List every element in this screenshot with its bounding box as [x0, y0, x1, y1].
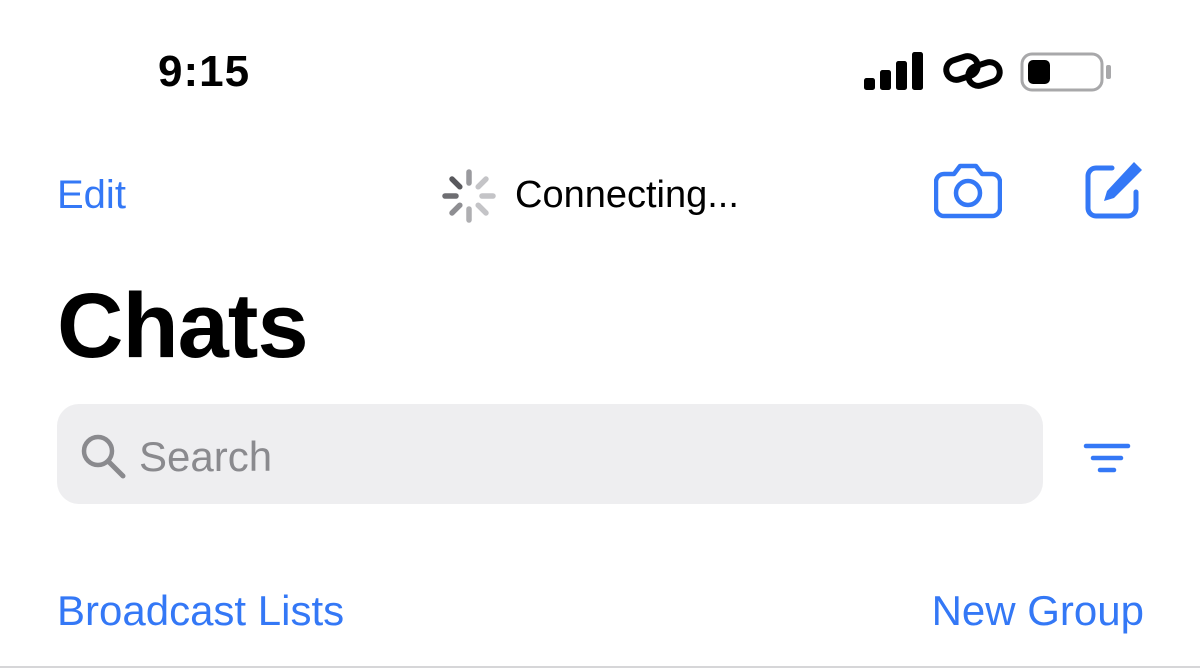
personal-hotspot-link-icon [943, 53, 1003, 89]
search-placeholder: Search [139, 433, 273, 480]
status-time: 9:15 [158, 47, 251, 96]
filter-icon[interactable] [1082, 438, 1132, 478]
search-input[interactable]: Search [57, 404, 1043, 504]
broadcast-lists-link[interactable]: Broadcast Lists [57, 585, 344, 637]
connection-status-text: Connecting... [515, 174, 739, 216]
battery-low-icon [1020, 52, 1111, 92]
camera-icon[interactable] [934, 160, 1002, 220]
search-icon [81, 434, 126, 479]
edit-button[interactable]: Edit [57, 170, 126, 220]
cellular-signal-icon [864, 52, 923, 90]
compose-icon[interactable] [1082, 158, 1146, 222]
page-title: Chats [57, 275, 309, 377]
loading-spinner-icon [442, 169, 496, 223]
new-group-link[interactable]: New Group [932, 585, 1144, 637]
divider [0, 666, 1200, 668]
